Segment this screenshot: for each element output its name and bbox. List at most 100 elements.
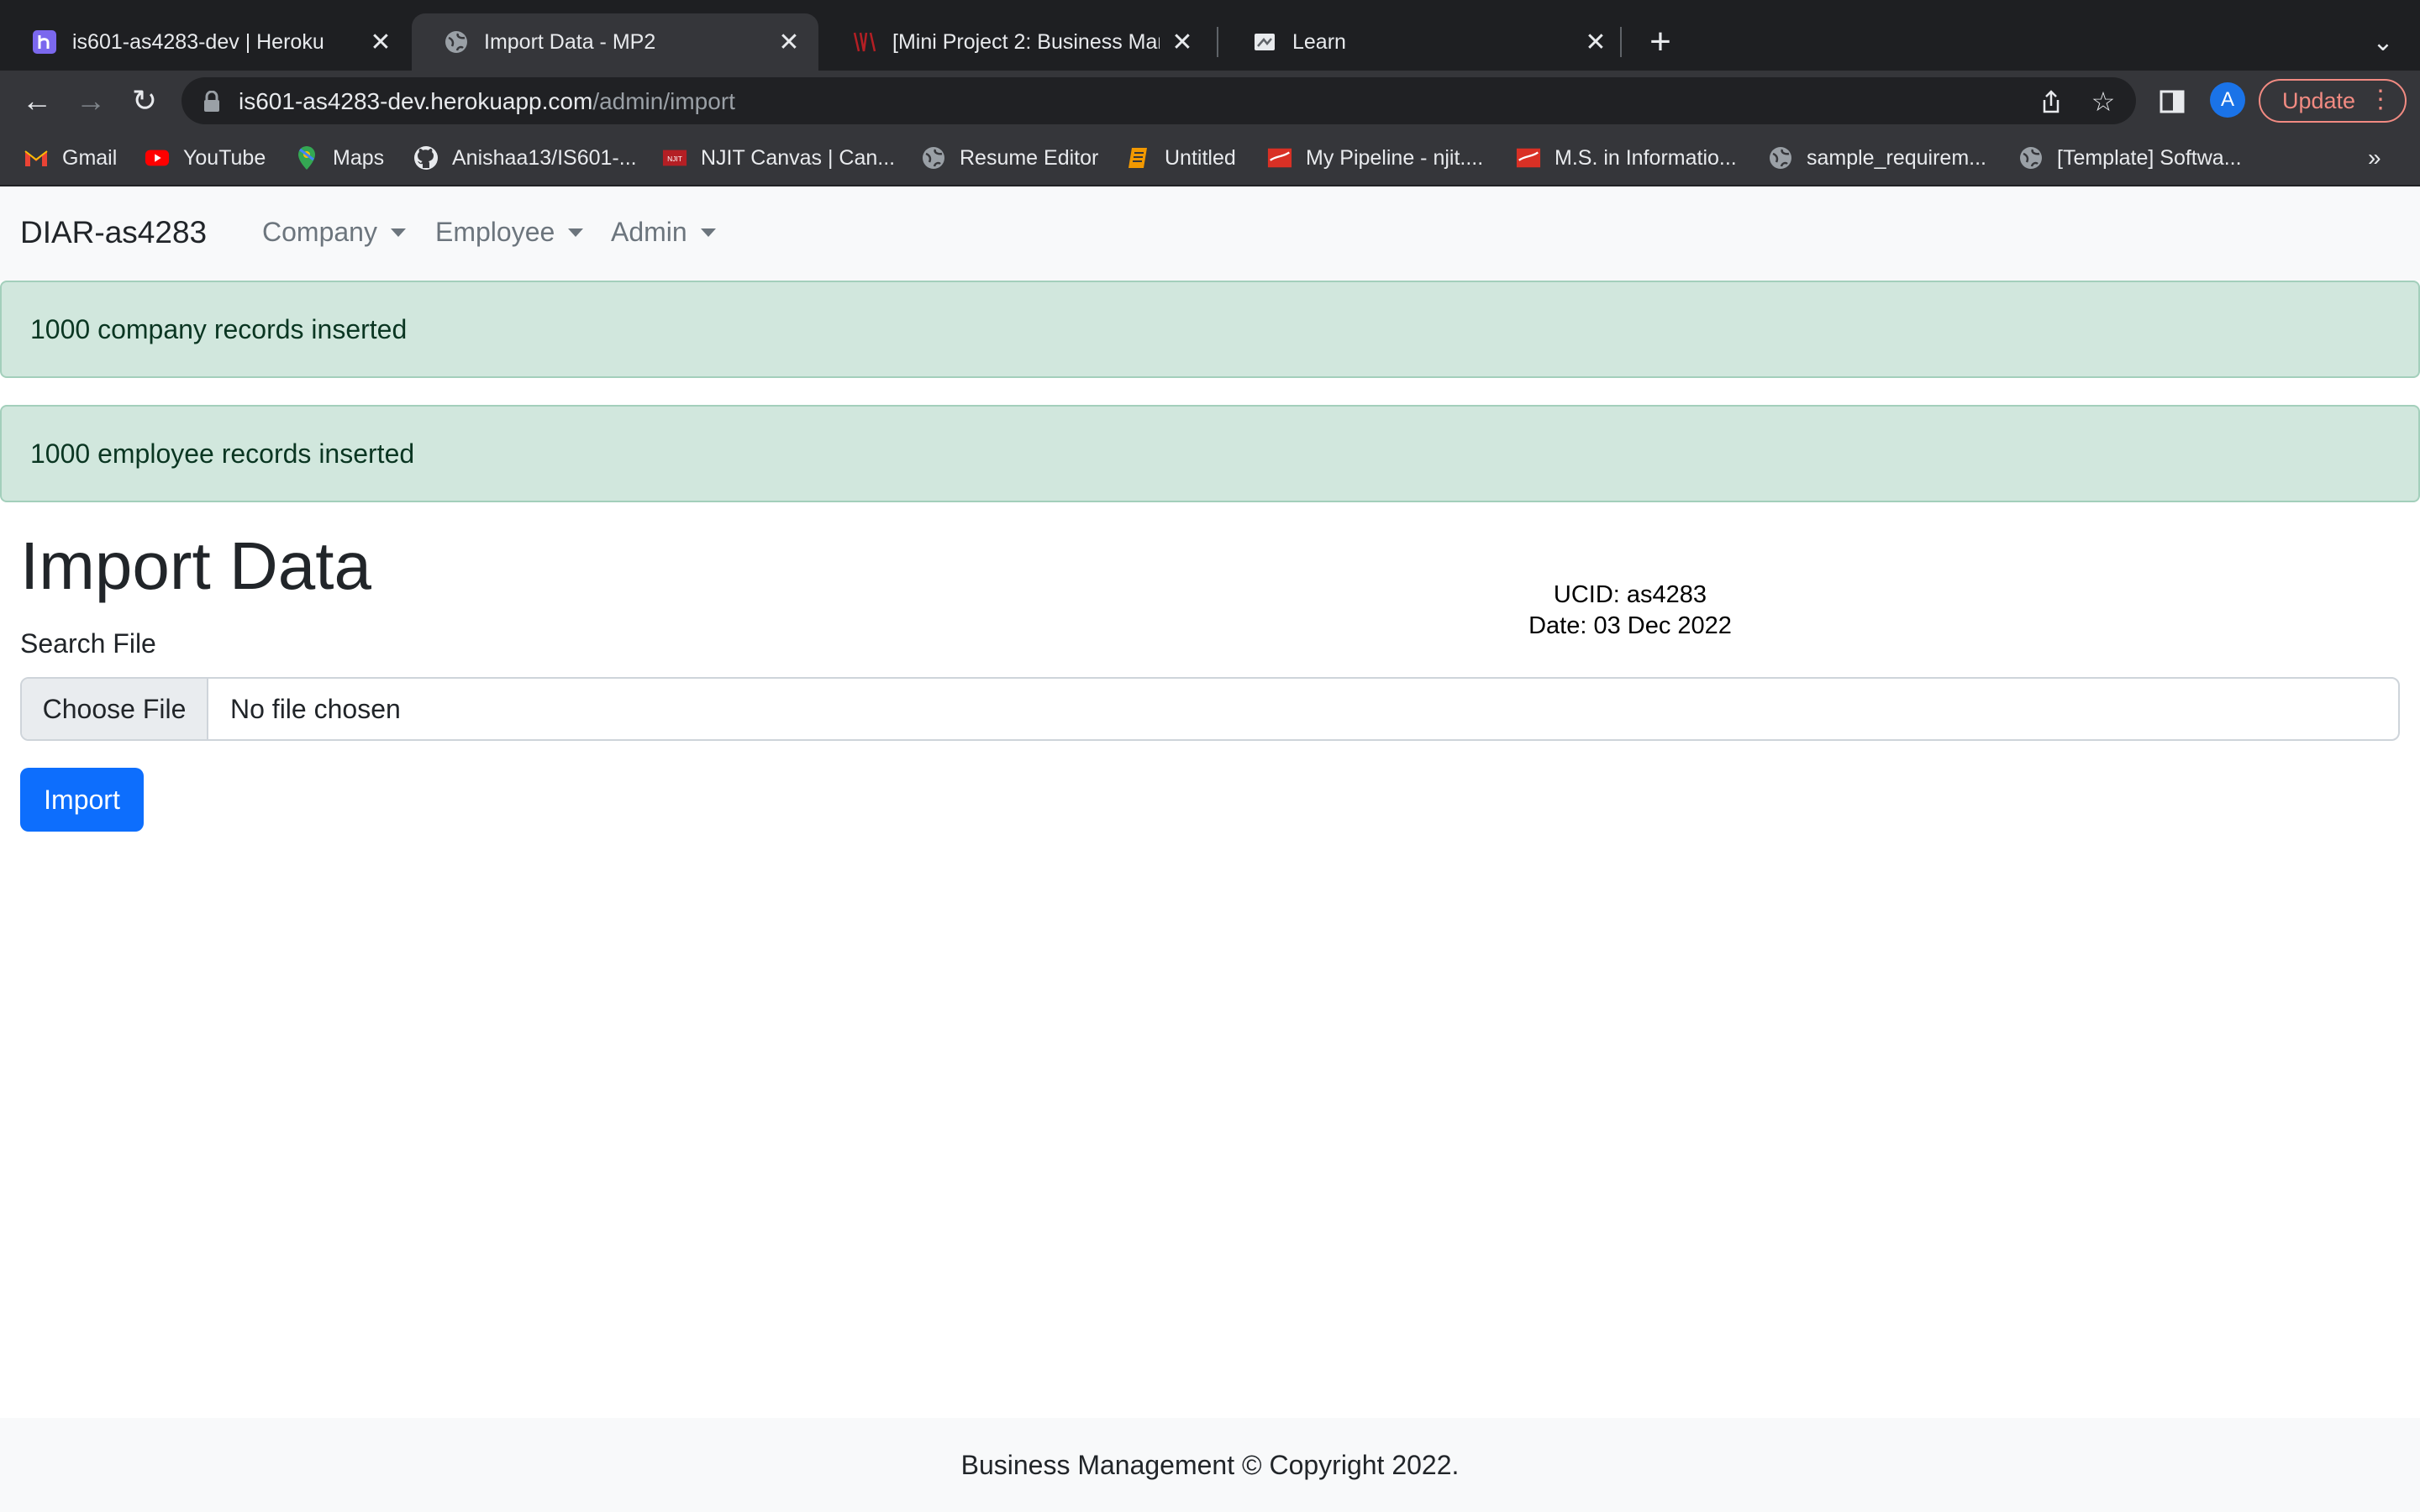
update-button[interactable]: Update ⋮	[2259, 79, 2407, 123]
success-alert-company: 1000 company records inserted	[0, 281, 2420, 378]
side-panel-icon[interactable]	[2158, 87, 2186, 116]
ucid-text: UCID: as4283	[1553, 581, 1707, 608]
youtube-icon	[145, 145, 170, 171]
bookmark-my-pipeline[interactable]: My Pipeline - njit....	[1267, 143, 1483, 173]
date-text: Date: 03 Dec 2022	[1528, 612, 1732, 639]
tab-title: Import Data - MP2	[484, 29, 656, 54]
github-icon	[413, 145, 439, 171]
tab-title: [Mini Project 2: Business Mana	[892, 29, 1160, 54]
tab-title: is601-as4283-dev | Heroku	[72, 29, 324, 54]
njit-icon: NJIT	[662, 145, 687, 171]
bookmark-sample-requirements[interactable]: sample_requirem...	[1768, 143, 1986, 173]
nav-label: Employee	[435, 217, 555, 247]
close-icon[interactable]: ✕	[366, 28, 395, 56]
bookmark-label: Resume Editor	[960, 145, 1099, 170]
nav-employee-dropdown[interactable]: Employee	[435, 217, 584, 248]
bookmarks-bar: Gmail YouTube Maps Anishaa13/IS601-... N…	[0, 131, 2420, 186]
heroku-icon	[32, 29, 57, 55]
nav-admin-dropdown[interactable]: Admin	[611, 217, 716, 248]
globe-icon	[2018, 145, 2044, 171]
globe-icon	[1768, 145, 1793, 171]
page-footer: Business Management © Copyright 2022.	[0, 1418, 2420, 1512]
nav-label: Company	[262, 217, 377, 247]
bookmark-label: My Pipeline - njit....	[1306, 145, 1484, 170]
bookmark-label: M.S. in Informatio...	[1555, 145, 1737, 170]
bookmark-resume-editor[interactable]: Resume Editor	[921, 143, 1098, 173]
page-title: Import Data	[20, 528, 371, 603]
forward-arrow-icon[interactable]: →	[71, 81, 111, 121]
flag-icon	[1516, 145, 1541, 171]
maps-icon	[294, 145, 319, 171]
bookmark-youtube[interactable]: YouTube	[145, 143, 266, 173]
file-status-text: No file chosen	[230, 693, 401, 724]
caret-down-icon	[700, 228, 716, 237]
star-icon[interactable]: ☆	[2089, 87, 2118, 117]
ucid-block: UCID: as4283 Date: 03 Dec 2022	[1428, 580, 1832, 642]
update-label: Update	[2282, 87, 2356, 113]
site-navbar: DIAR-as4283 Company Employee Admin	[0, 186, 2420, 281]
close-icon[interactable]: ✕	[775, 28, 803, 56]
caret-down-icon	[390, 228, 406, 237]
close-icon[interactable]: ✕	[1581, 28, 1610, 56]
browser-tab-strip: is601-as4283-dev | Heroku ✕ Import Data …	[0, 0, 2420, 71]
address-bar[interactable]: is601-as4283-dev.herokuapp.com/admin/imp…	[182, 77, 2136, 124]
tab-divider	[1620, 27, 1622, 57]
bookmark-njit-canvas[interactable]: NJIT NJIT Canvas | Can...	[662, 143, 895, 173]
bookmark-label: sample_requirem...	[1807, 145, 1986, 170]
globe-icon	[444, 29, 469, 55]
caret-down-icon	[568, 228, 584, 237]
notebook-icon	[1126, 145, 1151, 171]
bookmark-label: Untitled	[1165, 145, 1236, 170]
bookmark-label: Gmail	[62, 145, 118, 170]
brand-link[interactable]: DIAR-as4283	[20, 215, 207, 250]
footer-text: Business Management © Copyright 2022.	[960, 1449, 1460, 1480]
bookmark-template-software[interactable]: [Template] Softwa...	[2018, 143, 2242, 173]
tab-title: Learn	[1292, 29, 1346, 54]
bookmark-untitled[interactable]: Untitled	[1126, 143, 1236, 173]
tab-divider	[1217, 27, 1218, 57]
svg-text:NJIT: NJIT	[667, 155, 682, 163]
import-button[interactable]: Import	[20, 768, 144, 832]
bookmark-label: [Template] Softwa...	[2057, 145, 2242, 170]
bookmark-label: Anishaa13/IS601-...	[452, 145, 637, 170]
search-file-label: Search File	[20, 628, 156, 659]
share-icon[interactable]	[2037, 87, 2065, 116]
njit-icon	[852, 29, 877, 55]
bookmark-gmail[interactable]: Gmail	[24, 143, 117, 173]
tab-mini-project[interactable]: [Mini Project 2: Business Mana ✕	[820, 13, 1212, 71]
learn-icon	[1252, 29, 1277, 55]
file-input[interactable]: Choose File No file chosen	[20, 677, 2400, 741]
url-text: is601-as4283-dev.herokuapp.com/admin/imp…	[239, 88, 735, 115]
url-host: is601-as4283-dev.herokuapp.com	[239, 88, 593, 114]
alert-message: 1000 company records inserted	[30, 313, 408, 344]
bookmark-label: YouTube	[183, 145, 266, 170]
more-vert-icon[interactable]: ⋮	[2368, 87, 2393, 113]
web-page: DIAR-as4283 Company Employee Admin 1000 …	[0, 186, 2420, 1512]
alert-message: 1000 employee records inserted	[30, 438, 415, 469]
globe-icon	[921, 145, 946, 171]
lock-icon	[202, 90, 222, 113]
chevron-down-icon[interactable]: ⌄	[2366, 22, 2400, 62]
back-arrow-icon[interactable]: ←	[17, 81, 57, 121]
bookmark-label: NJIT Canvas | Can...	[701, 145, 896, 170]
nav-label: Admin	[611, 217, 687, 247]
bookmark-maps[interactable]: Maps	[294, 143, 384, 173]
browser-toolbar: ← → ↻ is601-as4283-dev.herokuapp.com/adm…	[0, 71, 2420, 131]
success-alert-employee: 1000 employee records inserted	[0, 405, 2420, 502]
close-icon[interactable]: ✕	[1168, 28, 1197, 56]
choose-file-button[interactable]: Choose File	[22, 679, 208, 739]
profile-avatar[interactable]: A	[2210, 82, 2245, 118]
flag-icon	[1267, 145, 1292, 171]
new-tab-icon[interactable]: +	[1642, 20, 1679, 64]
reload-icon[interactable]: ↻	[124, 81, 165, 121]
bookmark-label: Maps	[333, 145, 385, 170]
gmail-icon	[24, 145, 49, 171]
tab-heroku[interactable]: is601-as4283-dev | Heroku ✕	[0, 13, 410, 71]
nav-company-dropdown[interactable]: Company	[262, 217, 406, 248]
url-path: /admin/import	[592, 88, 735, 114]
bookmark-ms-informatics[interactable]: M.S. in Informatio...	[1516, 143, 1737, 173]
tab-import-data[interactable]: Import Data - MP2 ✕	[412, 13, 818, 71]
bookmark-github[interactable]: Anishaa13/IS601-...	[413, 143, 637, 173]
bookmarks-overflow-icon[interactable]: »	[2368, 144, 2381, 171]
tab-learn[interactable]: Learn ✕	[1220, 13, 1625, 71]
